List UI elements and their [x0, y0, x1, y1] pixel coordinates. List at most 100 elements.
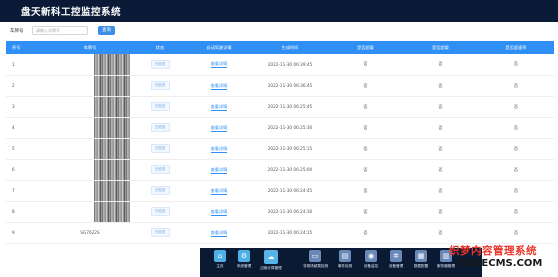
- overload-flag: 否: [363, 103, 368, 109]
- overload-flag: 否: [363, 124, 368, 130]
- dock-label: 边缘计算管理: [260, 266, 282, 270]
- overspeed-flag: 否: [513, 124, 519, 130]
- status-badge: 已检查: [150, 123, 170, 132]
- event-icon: ▤: [339, 250, 351, 262]
- plate-cell: SG7622S: [46, 222, 134, 243]
- plate-image-redacted: [94, 159, 130, 180]
- row-index: 5: [12, 146, 15, 151]
- view-detail-link[interactable]: 查看详情: [210, 145, 228, 153]
- overload-flag: 否: [438, 124, 443, 130]
- timestamp: 2022-11-30 06:25:45: [267, 104, 313, 109]
- watermark: 织梦内容管理系统 DEDECMS.COM: [447, 243, 558, 277]
- database-icon: ▦: [415, 250, 427, 262]
- column-header: 车牌号: [83, 44, 97, 50]
- status-badge: 已检查: [150, 144, 170, 153]
- overload-flag: 否: [438, 166, 443, 172]
- plate-cell: [46, 180, 134, 201]
- cloud-icon: ☁: [264, 250, 278, 264]
- plate-cell: [46, 138, 134, 159]
- table-row: 4 已检查 查看详情 2022-11-30 06:25:30 否 否 否: [6, 117, 554, 138]
- column-header: 是否超载: [357, 44, 374, 50]
- dock-item-home[interactable]: ⌂ 主页: [208, 250, 232, 269]
- plate-cell: [46, 75, 134, 96]
- overload-flag: 否: [363, 61, 368, 67]
- row-index: 8: [12, 209, 15, 214]
- row-index: 7: [12, 188, 15, 193]
- overload-flag: 否: [363, 82, 368, 88]
- table-row: 9 SG7622S 已检查 查看详情 2022-11-30 06:24:15 否…: [6, 222, 554, 243]
- view-detail-link[interactable]: 查看详情: [210, 124, 228, 132]
- view-detail-link[interactable]: 查看详情: [210, 187, 228, 195]
- search-row: 车牌号 请输入车牌号 查询: [0, 22, 558, 42]
- table-row: 1 已检查 查看详情 2022-11-30 06:39:45 否 否 否: [6, 54, 554, 75]
- dock-item-device-monitor[interactable]: ◉ 设备监控: [359, 250, 383, 269]
- overload-flag: 否: [363, 166, 368, 172]
- dock-label: 设备管理: [388, 264, 404, 268]
- timestamp: 2022-11-30 06:36:45: [267, 83, 313, 88]
- overload-flag: 否: [438, 103, 443, 109]
- dock-label: 事件检测: [337, 264, 353, 268]
- plate-search-input[interactable]: 请输入车牌号: [32, 26, 88, 35]
- status-badge: 已检查: [150, 186, 170, 195]
- watermark-en: DEDECMS.COM: [458, 258, 543, 269]
- row-index: 4: [12, 125, 15, 130]
- column-header: 状态: [155, 44, 165, 50]
- table-row: 8 已检查 查看详情 2022-11-30 06:24:30 否 否 否: [6, 201, 554, 222]
- device-icon: ◉: [365, 250, 377, 262]
- status-badge: 已检查: [150, 165, 170, 174]
- app-title: 盘天新科工控监控系统: [21, 7, 122, 18]
- view-detail-link[interactable]: 查看详情: [210, 166, 228, 174]
- overspeed-flag: 否: [513, 208, 519, 214]
- records-table: 序号 车牌号 状态 自动驾驶详情 生成时间 是否超载 是否超载 是否超速率 1 …: [6, 41, 554, 245]
- view-detail-link[interactable]: 查看详情: [210, 229, 228, 237]
- overspeed-flag: 否: [513, 229, 519, 235]
- row-index: 6: [12, 167, 15, 172]
- overspeed-flag: 否: [513, 145, 519, 151]
- dock-item-system[interactable]: ⚙ 系统管理: [232, 250, 256, 269]
- plate-cell: [46, 54, 134, 75]
- overload-flag: 否: [438, 229, 443, 235]
- status-badge: 已检查: [150, 102, 170, 111]
- overload-flag: 否: [438, 82, 443, 88]
- status-badge: 已检查: [150, 207, 170, 216]
- dock-item-data[interactable]: ▦ 数据配置: [409, 250, 433, 269]
- dock-label: 非现场超载检测: [303, 264, 329, 268]
- view-detail-link[interactable]: 查看详情: [210, 208, 228, 216]
- dock-item-event[interactable]: ▤ 事件检测: [333, 250, 357, 269]
- timestamp: 2022-11-30 06:24:30: [267, 209, 313, 214]
- view-detail-link[interactable]: 查看详情: [210, 82, 228, 90]
- dock-label: 系统管理: [236, 264, 252, 268]
- plate-image-redacted: [94, 96, 130, 117]
- dock-item-overload[interactable]: ▭ 非现场超载检测: [303, 250, 329, 269]
- column-header: 是否超载: [432, 44, 449, 50]
- home-icon: ⌂: [214, 250, 226, 262]
- table-row: 6 已检查 查看详情 2022-11-30 06:25:00 否 否 否: [6, 159, 554, 180]
- plate-image-redacted: [94, 117, 130, 138]
- table-row: 2 已检查 查看详情 2022-11-30 06:36:45 否 否 否: [6, 75, 554, 96]
- table-header-row: 序号 车牌号 状态 自动驾驶详情 生成时间 是否超载 是否超载 是否超速率: [6, 41, 554, 54]
- dock-label: 数据配置: [413, 264, 429, 268]
- plate-cell: [46, 201, 134, 222]
- overspeed-flag: 否: [513, 166, 519, 172]
- timestamp: 2022-11-30 06:24:45: [267, 188, 313, 193]
- dock-item-device-manage[interactable]: ✲ 设备管理: [384, 250, 408, 269]
- plate-image-redacted: [94, 138, 130, 159]
- overload-flag: 否: [363, 229, 368, 235]
- view-detail-link[interactable]: 查看详情: [210, 61, 228, 69]
- status-badge: 已检查: [150, 81, 170, 90]
- dock-item-edge[interactable]: ☁ 边缘计算管理: [259, 250, 283, 271]
- row-index: 2: [12, 83, 15, 88]
- table-row: 5 已检查 查看详情 2022-11-30 06:25:15 否 否 否: [6, 138, 554, 159]
- row-index: 3: [12, 104, 15, 109]
- gear-icon: ✲: [390, 250, 402, 262]
- query-button[interactable]: 查询: [98, 26, 115, 35]
- column-header: 是否超速率: [505, 44, 527, 50]
- plate-number: SG7622S: [80, 230, 100, 235]
- search-label: 车牌号: [10, 29, 24, 34]
- status-badge: 已检查: [150, 59, 170, 69]
- top-bar: 盘天新科工控监控系统: [0, 0, 558, 22]
- view-detail-link[interactable]: 查看详情: [210, 103, 228, 111]
- table-row: 3 已检查 查看详情 2022-11-30 06:25:45 否 否 否: [6, 96, 554, 117]
- plate-cell: [46, 96, 134, 117]
- overload-flag: 否: [438, 187, 443, 193]
